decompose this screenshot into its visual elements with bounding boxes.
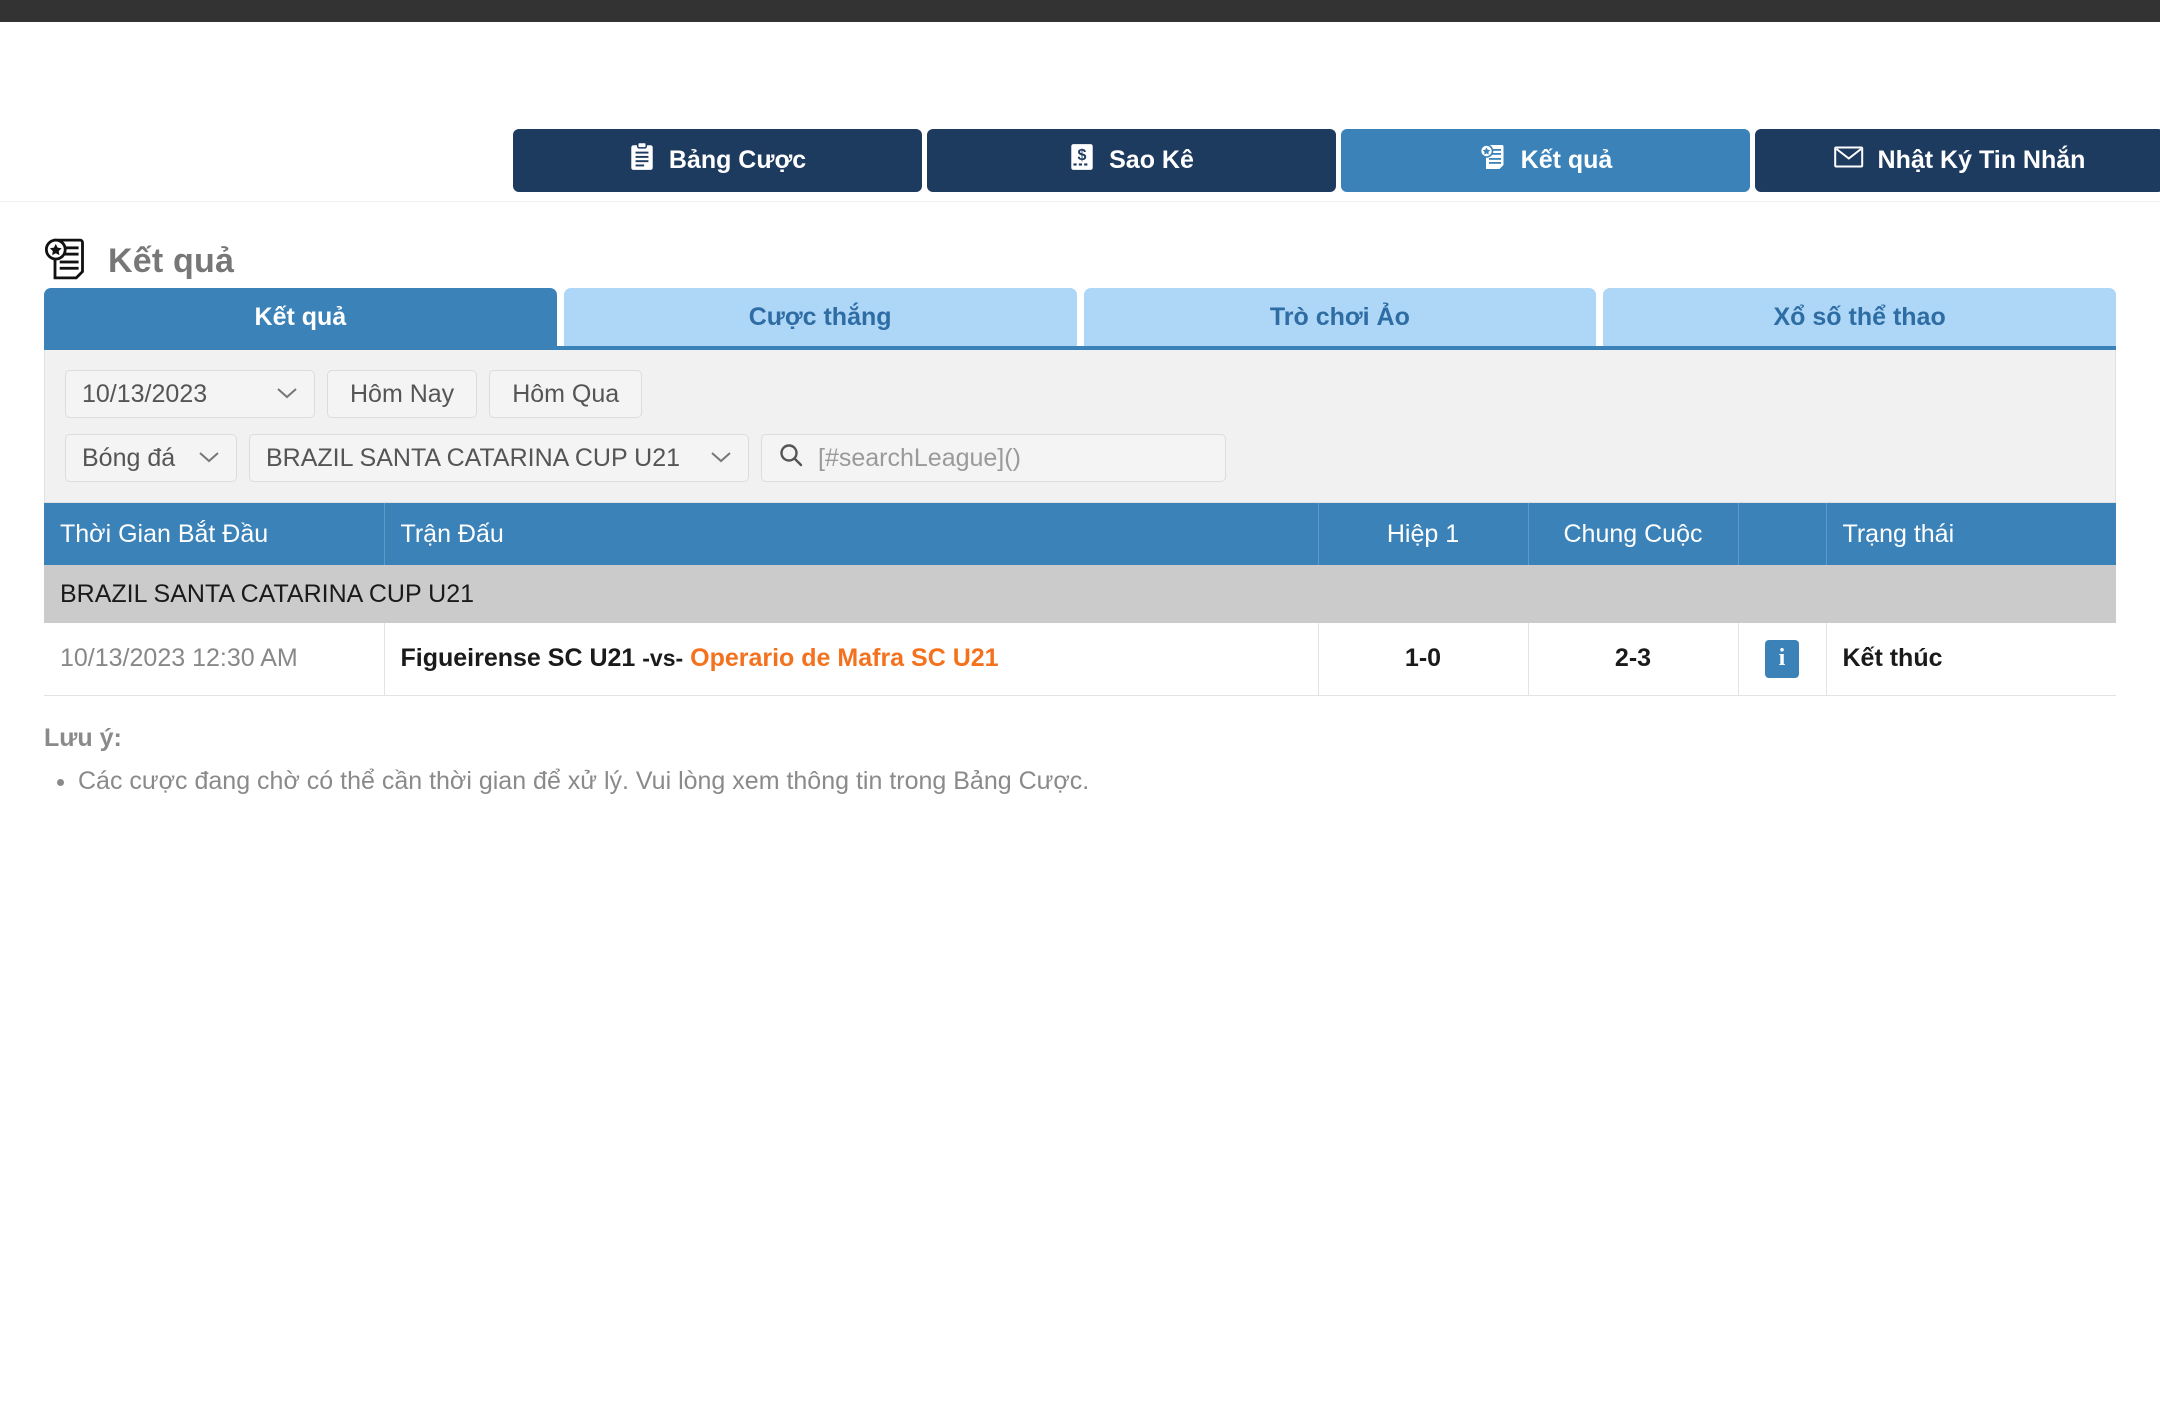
league-select[interactable]: BRAZIL SANTA CATARINA CUP U21: [249, 434, 749, 482]
today-label: Hôm Nay: [350, 379, 455, 408]
cell-half1-score: 1-0: [1318, 623, 1529, 696]
cell-match: Figueirense SC U21 -vs- Operario de Mafr…: [384, 623, 1319, 696]
chevron-down-icon: [198, 448, 220, 468]
yesterday-label: Hôm Qua: [512, 379, 620, 408]
envelope-icon: [1833, 145, 1864, 176]
primary-nav-buttons: Bảng Cược $ Sao Kê Kết quả Nhật Ký Tin N…: [513, 129, 2160, 192]
nav-button-results[interactable]: Kết quả: [1341, 129, 1750, 192]
today-button[interactable]: Hôm Nay: [327, 370, 478, 418]
column-header-half1[interactable]: Hiệp 1: [1318, 503, 1529, 565]
tab-tro-choi-ao[interactable]: Trò chơi Ảo: [1083, 288, 1597, 346]
date-select-value: 10/13/2023: [82, 379, 208, 408]
primary-nav-bar: Bảng Cược $ Sao Kê Kết quả Nhật Ký Tin N…: [0, 22, 2160, 202]
yesterday-button[interactable]: Hôm Qua: [489, 370, 643, 418]
search-input[interactable]: [818, 443, 1209, 473]
cell-fulltime-score: 2-3: [1528, 623, 1739, 696]
nav-label: Kết quả: [1520, 146, 1613, 174]
league-select-value: BRAZIL SANTA CATARINA CUP U21: [266, 443, 681, 472]
tab-label: Trò chơi Ảo: [1269, 302, 1410, 331]
page-title: Kết quả: [108, 241, 235, 280]
results-table-head: Thời Gian Bắt Đầu Trận Đấu Hiệp 1 Chung …: [44, 503, 2116, 565]
results-icon: [1479, 142, 1507, 179]
chevron-down-icon: [710, 448, 732, 468]
results-tablist: Kết quả Cược thắng Trò chơi Ảo Xổ số thể…: [0, 288, 2160, 346]
filter-row-league: Bóng đá BRAZIL SANTA CATARINA CUP U21: [65, 434, 2095, 482]
column-header-fulltime[interactable]: Chung Cuộc: [1528, 503, 1739, 565]
away-team: Operario de Mafra SC U21: [690, 644, 999, 673]
cell-start-time: 10/13/2023 12:30 AM: [44, 623, 385, 696]
top-dark-strip: [0, 0, 2160, 22]
tab-label: Kết quả: [254, 302, 347, 331]
filter-panel: 10/13/2023 Hôm Nay Hôm Qua Bóng đá BRAZI…: [44, 350, 2116, 503]
svg-text:$: $: [1078, 146, 1087, 164]
search-icon: [778, 442, 804, 475]
nav-label: Bảng Cược: [668, 146, 807, 174]
tab-cuoc-thang[interactable]: Cược thắng: [563, 288, 1077, 346]
tab-label: Xổ số thể thao: [1773, 302, 1946, 331]
cell-status: Kết thúc: [1826, 623, 2116, 696]
date-select[interactable]: 10/13/2023: [65, 370, 315, 418]
page-header: Kết quả: [0, 202, 2160, 280]
league-search-box[interactable]: [761, 434, 1226, 482]
cell-info: i: [1738, 623, 1827, 696]
tab-ket-qua[interactable]: Kết quả: [44, 288, 557, 346]
sport-select-value: Bóng đá: [82, 443, 176, 472]
tab-xo-so-the-thao[interactable]: Xổ số thể thao: [1603, 288, 2116, 346]
nav-button-statement[interactable]: $ Sao Kê: [927, 129, 1336, 192]
column-header-info: [1738, 503, 1827, 565]
note-list: Các cược đang chờ có thể cần thời gian đ…: [78, 763, 2116, 801]
league-group-row: BRAZIL SANTA CATARINA CUP U21: [44, 565, 2116, 623]
table-row[interactable]: 10/13/2023 12:30 AM Figueirense SC U21 -…: [44, 623, 2116, 696]
results-table-body: BRAZIL SANTA CATARINA CUP U21 10/13/2023…: [44, 565, 2116, 696]
note-heading: Lưu ý:: [44, 723, 122, 752]
nav-button-betlist[interactable]: Bảng Cược: [513, 129, 922, 192]
results-table-wrapper: Thời Gian Bắt Đầu Trận Đấu Hiệp 1 Chung …: [44, 503, 2116, 696]
table-header-row: Thời Gian Bắt Đầu Trận Đấu Hiệp 1 Chung …: [44, 503, 2116, 565]
tab-label: Cược thắng: [748, 302, 892, 331]
info-icon[interactable]: i: [1765, 639, 1799, 678]
league-group-label: BRAZIL SANTA CATARINA CUP U21: [44, 565, 2116, 623]
nav-button-message-log[interactable]: Nhật Ký Tin Nhắn: [1755, 129, 2160, 192]
statement-icon: $: [1069, 142, 1095, 179]
column-header-status[interactable]: Trạng thái: [1826, 503, 2116, 565]
sport-select[interactable]: Bóng đá: [65, 434, 237, 482]
column-header-match[interactable]: Trận Đấu: [384, 503, 1319, 565]
nav-label: Sao Kê: [1109, 146, 1194, 174]
column-header-time[interactable]: Thời Gian Bắt Đầu: [44, 503, 385, 565]
home-team: Figueirense SC U21: [400, 644, 636, 673]
filter-row-date: 10/13/2023 Hôm Nay Hôm Qua: [65, 370, 2095, 418]
results-icon: [44, 237, 88, 286]
clipboard-icon: [629, 141, 655, 179]
results-table: Thời Gian Bắt Đầu Trận Đấu Hiệp 1 Chung …: [44, 503, 2116, 696]
vs-separator: -vs-: [642, 645, 684, 672]
list-item: Các cược đang chờ có thể cần thời gian đ…: [78, 763, 2116, 801]
nav-label: Nhật Ký Tin Nhắn: [1877, 146, 2086, 174]
chevron-down-icon: [276, 384, 298, 404]
footer-note: Lưu ý: Các cược đang chờ có thể cần thời…: [44, 724, 2116, 801]
